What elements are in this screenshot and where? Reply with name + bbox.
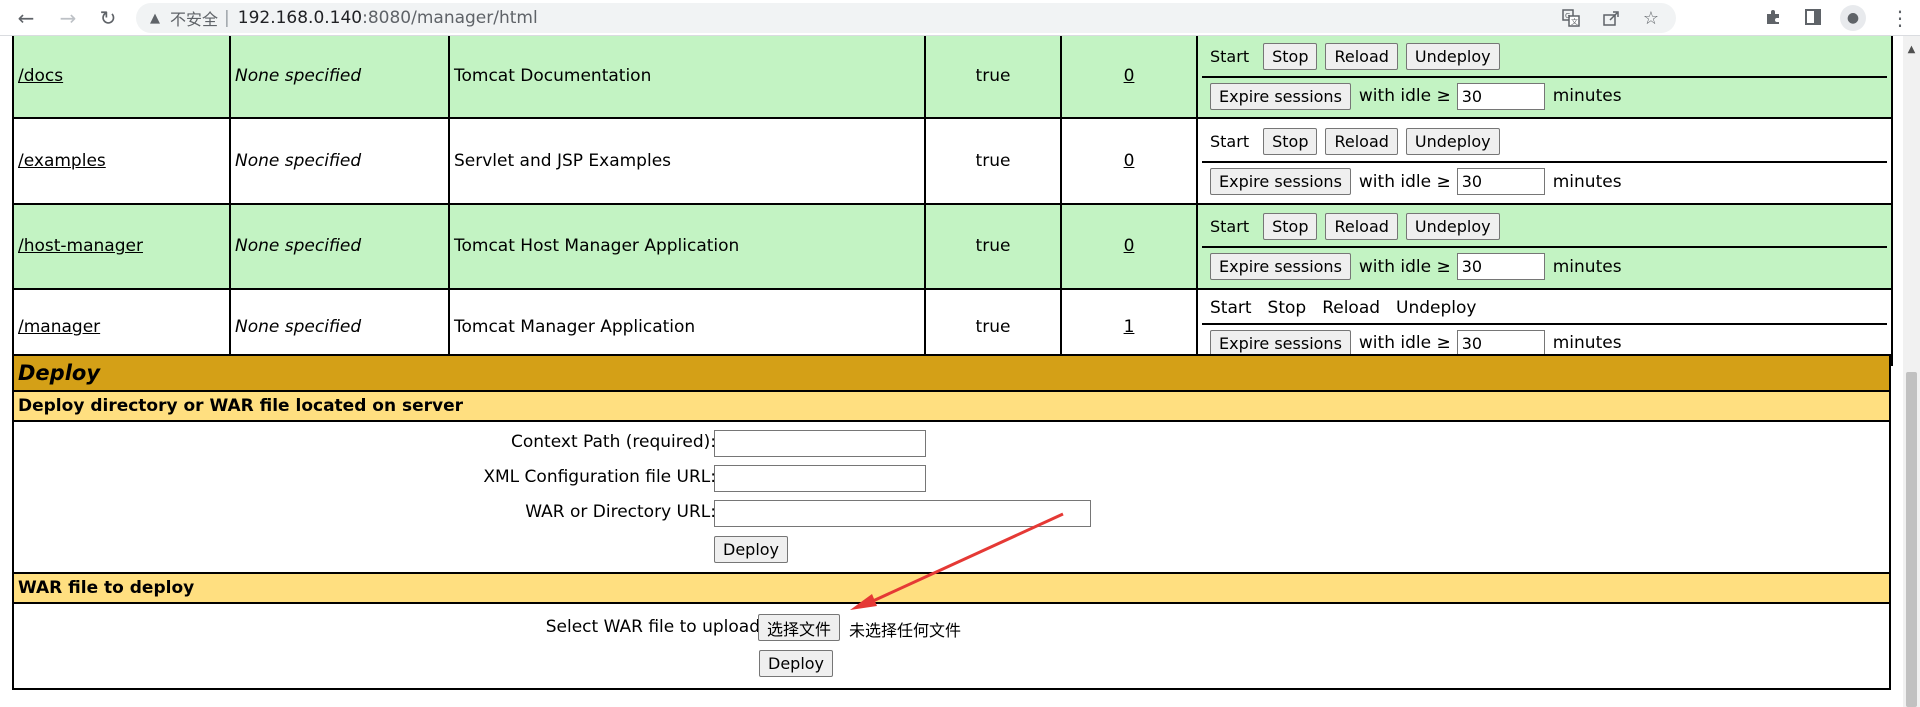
scroll-up-arrow-icon[interactable]: ▲ xyxy=(1903,44,1920,58)
side-panel-icon[interactable] xyxy=(1800,5,1826,29)
bookmark-star-icon[interactable]: ☆ xyxy=(1638,6,1664,30)
svg-text:文: 文 xyxy=(1571,17,1578,26)
address-separator: | xyxy=(224,8,230,28)
profile-avatar-icon[interactable]: ● xyxy=(1840,5,1866,31)
forward-arrow-icon[interactable]: → xyxy=(54,4,82,32)
annotation-arrow-icon xyxy=(850,512,1064,610)
svg-text:G: G xyxy=(1565,12,1570,20)
browser-toolbar: ← → ↻ ▲ 不安全 | 192.168.0.140:8080/manager… xyxy=(0,0,1920,36)
address-bar[interactable]: ▲ 不安全 | 192.168.0.140:8080/manager/html … xyxy=(136,3,1676,33)
warning-triangle-icon: ▲ xyxy=(150,10,160,26)
share-icon[interactable] xyxy=(1598,6,1624,30)
browser-menu-icon[interactable]: ⋮ xyxy=(1888,4,1912,32)
page-viewport: /docs None specified Tomcat Documentatio… xyxy=(0,36,1920,707)
back-arrow-icon[interactable]: ← xyxy=(12,4,40,32)
scrollbar-thumb[interactable] xyxy=(1906,372,1917,707)
translate-icon[interactable]: G文 xyxy=(1558,6,1584,30)
url-path[interactable]: :8080/manager/html xyxy=(362,8,538,28)
insecure-label[interactable]: 不安全 xyxy=(170,6,218,30)
reload-icon[interactable]: ↻ xyxy=(94,4,122,32)
url-host[interactable]: 192.168.0.140 xyxy=(238,8,362,28)
extensions-puzzle-icon[interactable] xyxy=(1760,5,1786,29)
